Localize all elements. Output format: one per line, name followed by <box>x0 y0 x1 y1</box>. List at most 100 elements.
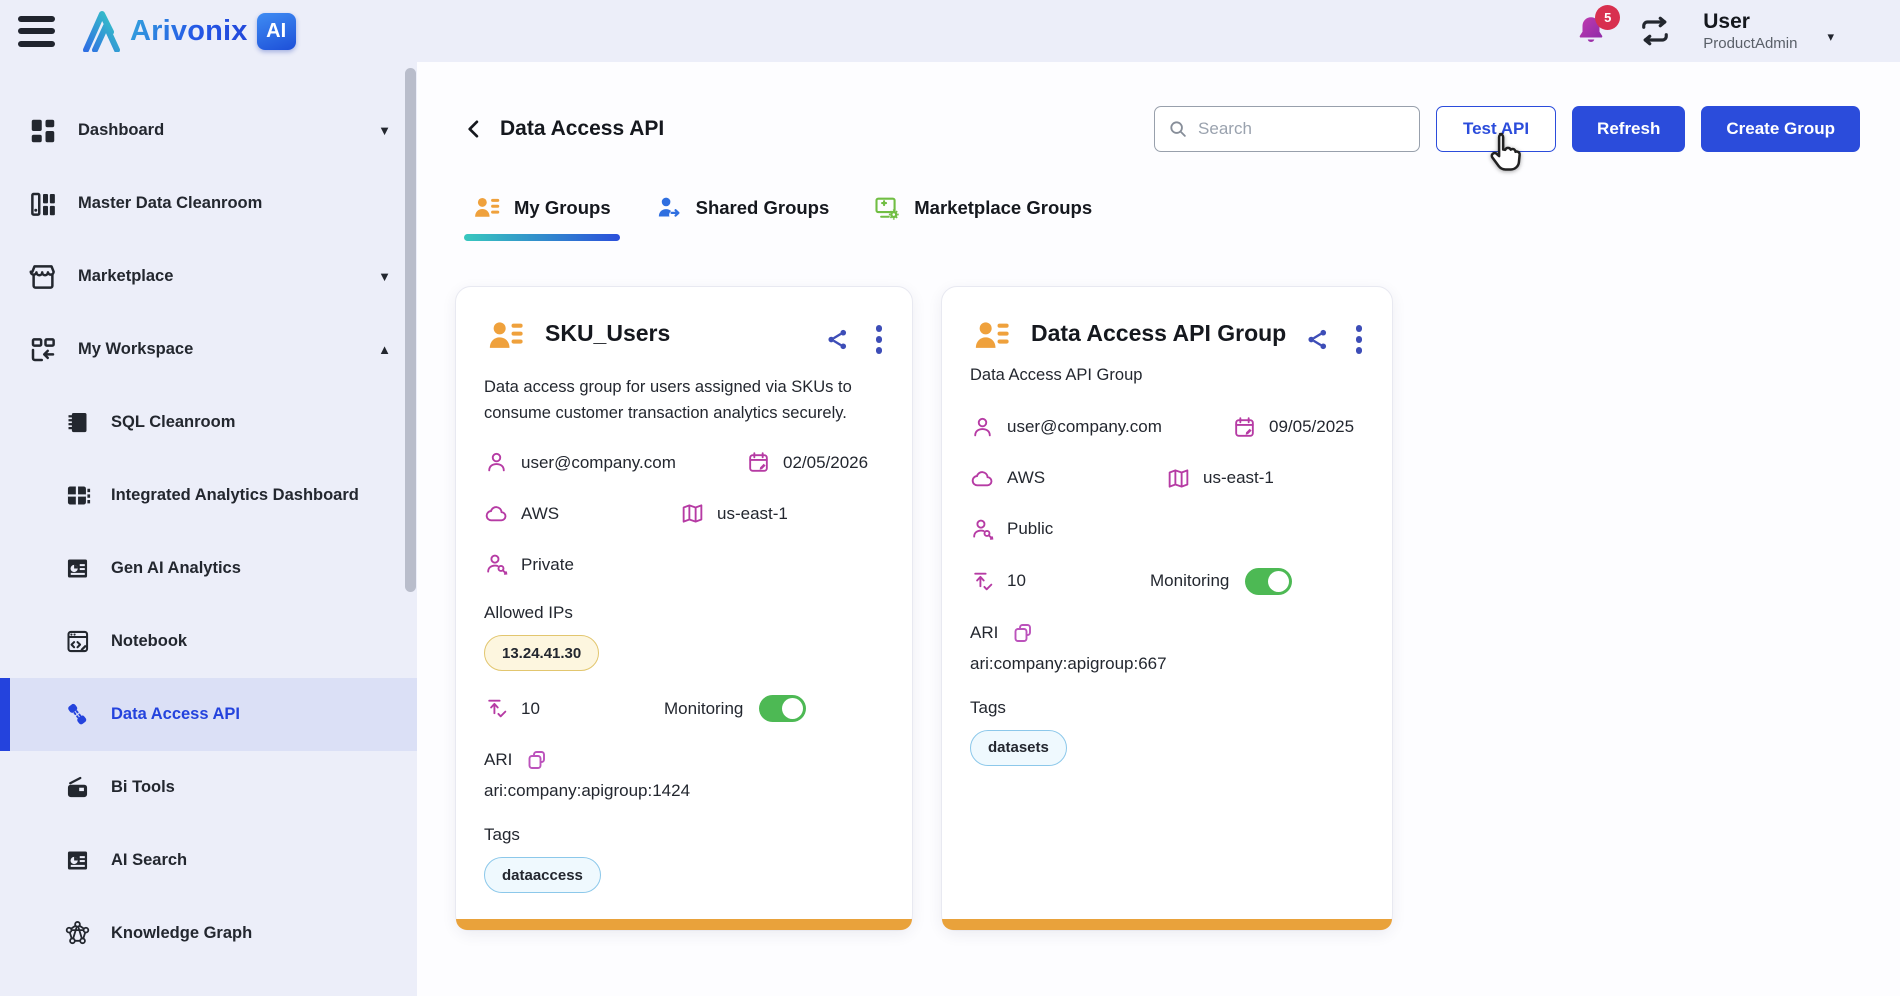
owner-email: user@company.com <box>521 453 676 473</box>
cloud-icon <box>484 501 509 526</box>
monitoring-toggle[interactable] <box>1245 568 1292 595</box>
group-card-data-access-api-group: Data Access API Group Data Access API Gr… <box>941 286 1393 931</box>
copy-icon[interactable] <box>525 748 549 772</box>
rate-limit-value: 10 <box>521 699 540 719</box>
hamburger-menu-icon[interactable] <box>18 16 58 47</box>
sidebar-item-label: Gen AI Analytics <box>111 559 241 578</box>
people-list-icon <box>970 315 1014 355</box>
copy-icon[interactable] <box>1011 621 1035 645</box>
sidebar-item-notebook[interactable]: Notebook <box>0 605 417 678</box>
sidebar-item-master-data-cleanroom[interactable]: Master Data Cleanroom <box>0 167 417 240</box>
sidebar-item-ai-search[interactable]: AI Search <box>0 824 417 897</box>
workspace-icon <box>28 335 58 365</box>
group-tabs: My Groups Shared Groups Marketplace Grou… <box>463 192 1860 224</box>
people-list-icon <box>473 194 501 222</box>
person-share-icon <box>655 194 683 222</box>
test-api-button[interactable]: Test API <box>1436 106 1556 152</box>
monitoring-toggle[interactable] <box>759 695 806 722</box>
logo: Arivonix AI <box>82 10 296 52</box>
card-footer-accent-bar <box>942 919 1392 930</box>
notification-count-badge: 5 <box>1595 5 1620 30</box>
logo-text: Arivonix <box>130 15 248 48</box>
presentation-chart-icon <box>64 847 91 874</box>
sidebar-nav: Dashboard ▼ Master Data Cleanroom Market… <box>0 62 417 970</box>
chevron-down-icon[interactable]: ▼ <box>378 269 391 284</box>
sql-binder-icon <box>64 409 91 436</box>
sidebar-item-label: Bi Tools <box>111 778 175 797</box>
kebab-menu-icon[interactable] <box>1354 323 1365 356</box>
topbar-actions: 5 User ProductAdmin ▾ <box>1575 9 1834 54</box>
sidebar-item-label: Knowledge Graph <box>111 924 252 943</box>
sidebar-item-label: AI Search <box>111 851 187 870</box>
sidebar-item-label: Marketplace <box>78 267 173 286</box>
network-graph-icon <box>64 920 91 947</box>
monitor-gear-icon <box>873 194 901 222</box>
region: us-east-1 <box>1203 468 1274 488</box>
person-key-icon <box>970 517 995 542</box>
storefront-icon <box>28 262 58 292</box>
chevron-down-icon[interactable]: ▼ <box>378 123 391 138</box>
calendar-icon <box>1232 415 1257 440</box>
sidebar-item-integrated-analytics-dashboard[interactable]: Integrated Analytics Dashboard <box>0 459 417 532</box>
group-description: Data access group for users assigned via… <box>484 374 884 427</box>
sidebar-item-my-workspace[interactable]: My Workspace ▲ <box>0 313 417 386</box>
notifications-bell-icon[interactable]: 5 <box>1575 14 1607 48</box>
group-card-sku-users: SKU_Users Data access group for users as… <box>455 286 913 931</box>
sidebar-item-dashboard[interactable]: Dashboard ▼ <box>0 94 417 167</box>
search-input[interactable] <box>1198 119 1407 139</box>
user-name: User <box>1703 9 1797 35</box>
calendar-icon <box>746 450 771 475</box>
map-icon <box>680 501 705 526</box>
group-cards: SKU_Users Data access group for users as… <box>455 286 1860 931</box>
people-list-icon <box>484 315 528 355</box>
share-icon[interactable] <box>825 327 850 352</box>
group-title: SKU_Users <box>545 315 808 347</box>
briefcase-icon <box>64 774 91 801</box>
sidebar-item-sql-cleanroom[interactable]: SQL Cleanroom <box>0 386 417 459</box>
region: us-east-1 <box>717 504 788 524</box>
sidebar-item-label: Integrated Analytics Dashboard <box>111 486 359 505</box>
rate-limit-icon <box>484 696 509 721</box>
tab-marketplace-groups[interactable]: Marketplace Groups <box>873 192 1092 224</box>
sidebar-item-gen-ai-analytics[interactable]: Gen AI Analytics <box>0 532 417 605</box>
main-content: Data Access API Test API Refresh Create … <box>417 62 1900 996</box>
person-icon <box>484 450 509 475</box>
group-title: Data Access API Group <box>1031 315 1288 347</box>
page-toolbar: Data Access API Test API Refresh Create … <box>463 106 1860 152</box>
sidebar-item-data-access-api[interactable]: Data Access API <box>0 678 417 751</box>
analytics-board-icon <box>64 482 91 509</box>
tab-shared-groups[interactable]: Shared Groups <box>655 192 830 224</box>
cloud-provider: AWS <box>521 504 559 524</box>
share-icon[interactable] <box>1305 327 1330 352</box>
tab-my-groups[interactable]: My Groups <box>473 192 611 224</box>
sidebar-item-bi-tools[interactable]: Bi Tools <box>0 751 417 824</box>
user-role: ProductAdmin <box>1703 35 1797 54</box>
kebab-menu-icon[interactable] <box>874 323 885 356</box>
tab-label: My Groups <box>514 197 611 219</box>
tab-label: Shared Groups <box>696 197 830 219</box>
owner-email: user@company.com <box>1007 417 1162 437</box>
monitoring-label: Monitoring <box>1150 571 1229 591</box>
refresh-button[interactable]: Refresh <box>1572 106 1685 152</box>
user-menu[interactable]: User ProductAdmin <box>1703 9 1797 54</box>
cloud-provider: AWS <box>1007 468 1045 488</box>
user-menu-caret-icon[interactable]: ▾ <box>1827 29 1834 45</box>
person-key-icon <box>484 552 509 577</box>
logo-ai-badge: AI <box>257 13 296 50</box>
plug-icon <box>64 701 91 728</box>
create-group-button[interactable]: Create Group <box>1701 106 1860 152</box>
back-button[interactable] <box>463 118 486 141</box>
data-binder-icon <box>28 189 58 219</box>
sidebar-item-knowledge-graph[interactable]: Knowledge Graph <box>0 897 417 970</box>
map-icon <box>1166 466 1191 491</box>
visibility: Public <box>1007 519 1053 539</box>
tags-label: Tags <box>970 698 1364 718</box>
sidebar-scrollbar[interactable] <box>405 68 416 592</box>
top-bar: Arivonix AI 5 <box>0 0 1900 62</box>
tags-label: Tags <box>484 825 884 845</box>
search-icon <box>1167 118 1189 140</box>
chevron-up-icon[interactable]: ▲ <box>378 342 391 357</box>
sidebar-item-marketplace[interactable]: Marketplace ▼ <box>0 240 417 313</box>
allowed-ips-label: Allowed IPs <box>484 603 884 623</box>
switch-account-icon[interactable] <box>1637 13 1673 49</box>
